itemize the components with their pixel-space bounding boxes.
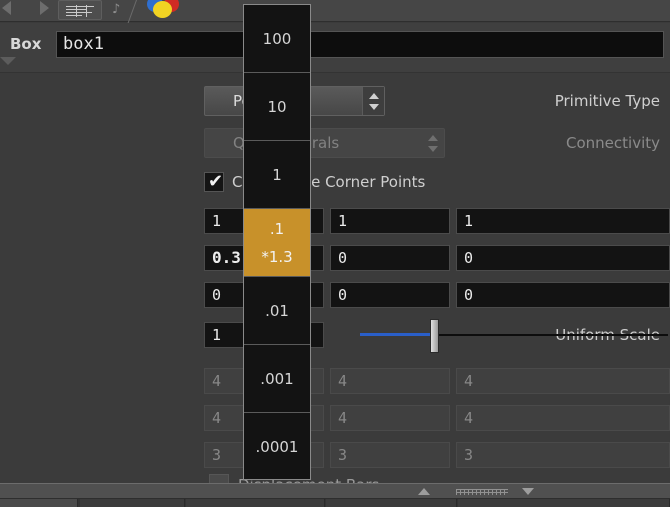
- increment-menu-item-label: .001: [260, 369, 294, 388]
- divisions-z-input[interactable]: 3: [456, 442, 670, 468]
- center-y-input[interactable]: 0: [330, 245, 450, 271]
- axis-orders-y-input[interactable]: 4: [330, 405, 450, 431]
- tab-0[interactable]: [0, 499, 78, 507]
- color-swatch-icon[interactable]: [147, 0, 179, 20]
- top-toolbar: ♪: [0, 0, 670, 24]
- axis-divisions-z-input[interactable]: 4: [456, 368, 670, 394]
- chevron-up-icon[interactable]: [428, 135, 438, 141]
- collapse-arrow-icon[interactable]: [0, 57, 16, 65]
- increment-menu-item-1[interactable]: 10: [244, 73, 310, 141]
- divisions-y-input[interactable]: 3: [330, 442, 450, 468]
- increment-menu-item-label: 100: [262, 29, 292, 48]
- connectivity-spinner[interactable]: [422, 129, 444, 157]
- tab-4[interactable]: [458, 499, 670, 507]
- tab-2[interactable]: [186, 499, 325, 507]
- checkmark-icon: ✔: [208, 171, 224, 192]
- axis-divisions-y-input[interactable]: 4: [330, 368, 450, 394]
- increment-menu-item-multiplier: *1.3: [261, 247, 293, 266]
- tab-3[interactable]: [326, 499, 457, 507]
- increment-menu-item-5[interactable]: .001: [244, 345, 310, 413]
- connectivity-label: Connectivity: [566, 134, 660, 152]
- node-type-label: Box: [10, 35, 42, 53]
- size-y-input[interactable]: 1: [330, 208, 450, 234]
- increment-menu-item-3[interactable]: .1 *1.3: [244, 209, 310, 277]
- parameter-rows: Primitive Type Polygon Connectivity Quad…: [0, 74, 670, 482]
- chevron-up-icon[interactable]: [369, 93, 379, 99]
- primitive-type-spinner[interactable]: [362, 87, 384, 115]
- chevron-down-icon[interactable]: [428, 146, 438, 152]
- increment-menu-item-6[interactable]: .0001: [244, 413, 310, 481]
- node-name-input[interactable]: box1: [56, 31, 664, 58]
- tab-1[interactable]: [80, 499, 185, 507]
- scroll-down-arrow-icon[interactable]: [522, 488, 534, 495]
- increment-menu-item-label: .1: [269, 219, 285, 238]
- separator-slash-icon: [127, 0, 138, 24]
- increment-menu-item-0[interactable]: 100: [244, 5, 310, 73]
- center-z-input[interactable]: 0: [456, 245, 670, 271]
- node-name-row: Box box1: [0, 23, 670, 73]
- uniform-scale-slider-knob[interactable]: [429, 319, 439, 353]
- rotate-z-input[interactable]: 0: [456, 282, 670, 308]
- increment-menu-item-label: 10: [267, 97, 287, 116]
- uniform-scale-slider-track[interactable]: [360, 333, 668, 336]
- primitive-type-label: Primitive Type: [554, 92, 660, 110]
- corner-points-checkbox[interactable]: ✔: [204, 172, 224, 192]
- back-arrow-icon[interactable]: [2, 1, 11, 15]
- increment-menu-item-label: .01: [265, 301, 289, 320]
- panel-divider[interactable]: [0, 483, 670, 499]
- size-z-input[interactable]: 1: [456, 208, 670, 234]
- parameter-list-button[interactable]: [58, 0, 102, 20]
- increment-menu-item-label: .0001: [255, 438, 299, 456]
- axis-orders-z-input[interactable]: 4: [456, 405, 670, 431]
- increment-menu-item-label: 1: [272, 165, 282, 184]
- increment-menu-item-2[interactable]: 1: [244, 141, 310, 209]
- connectivity-combo[interactable]: Quadrilaterals: [204, 128, 445, 158]
- increment-menu-item-4[interactable]: .01: [244, 277, 310, 345]
- forward-arrow-icon[interactable]: [40, 1, 49, 15]
- rotate-y-input[interactable]: 0: [330, 282, 450, 308]
- parameter-list-icon: [66, 5, 96, 17]
- note-icon: ♪: [112, 2, 121, 17]
- houdini-parameter-panel: ♪ Box box1 Primitive Type Polygon Connec…: [0, 0, 670, 507]
- chevron-down-icon[interactable]: [369, 104, 379, 110]
- increment-menu-popup[interactable]: 100 10 1 .1 *1.3 .01 .001 .0001: [243, 4, 311, 480]
- uniform-scale-slider-fill: [360, 333, 434, 336]
- bottom-tab-strip: [0, 499, 670, 507]
- scroll-up-arrow-icon[interactable]: [418, 488, 430, 495]
- resize-grip-icon[interactable]: [456, 489, 508, 495]
